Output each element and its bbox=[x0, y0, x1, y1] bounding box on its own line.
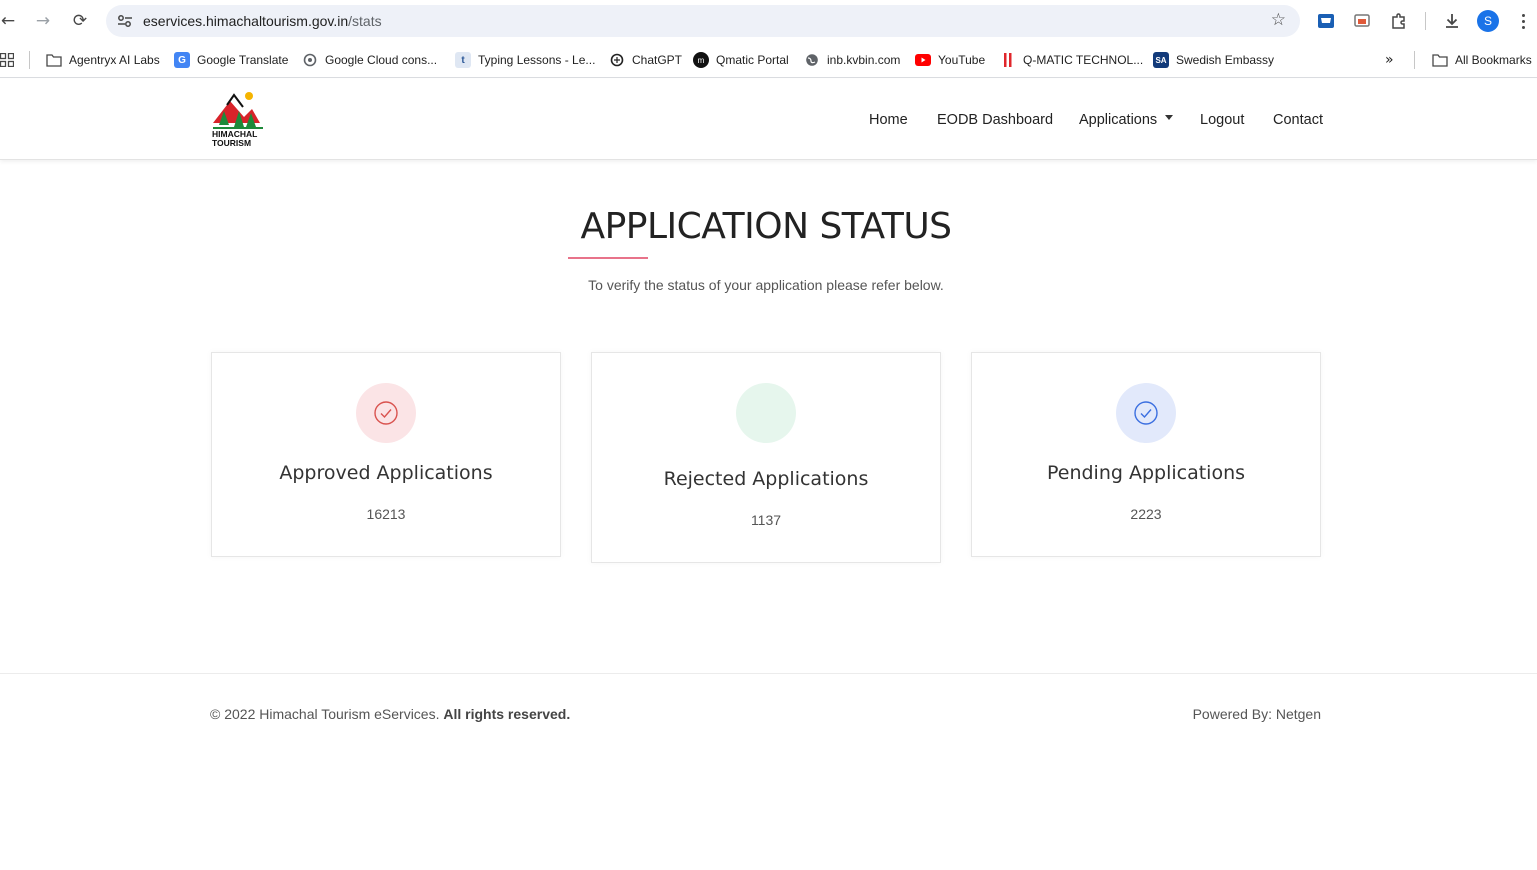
bookmark-label: inb.kvbin.com bbox=[827, 53, 901, 67]
nav-applications[interactable]: Applications bbox=[1079, 111, 1174, 128]
footer-divider bbox=[0, 673, 1537, 674]
more-bookmarks-chevron-icon[interactable]: » bbox=[1385, 50, 1394, 70]
sa-icon: SA bbox=[1153, 52, 1169, 68]
browser-menu-icon[interactable] bbox=[1516, 10, 1530, 32]
bookmark-qmatic-portal[interactable]: m Qmatic Portal bbox=[693, 50, 789, 70]
footer-copyright: © 2022 Himachal Tourism eServices. All r… bbox=[210, 706, 570, 722]
logo-text: HIMACHAL TOURISM bbox=[212, 130, 257, 148]
bookmark-label: Google Translate bbox=[197, 53, 289, 67]
back-arrow-icon[interactable]: ← bbox=[0, 9, 20, 33]
rejected-applications-card: Rejected Applications 1137 bbox=[591, 352, 941, 563]
logo-text-line-2: TOURISM bbox=[212, 138, 252, 148]
card-title: Rejected Applications bbox=[663, 468, 869, 490]
all-bookmarks-label: All Bookmarks bbox=[1455, 53, 1532, 67]
check-circle-icon bbox=[1134, 401, 1158, 425]
nav-applications-label: Applications bbox=[1079, 111, 1158, 128]
bookmark-label: ChatGPT bbox=[632, 53, 683, 67]
all-bookmarks[interactable]: All Bookmarks bbox=[1432, 50, 1532, 70]
site-settings-icon[interactable] bbox=[116, 12, 134, 30]
qmatic-tech-icon bbox=[1000, 52, 1016, 68]
card-title: Approved Applications bbox=[279, 462, 493, 484]
url-host: eservices.himachaltourism.gov.in bbox=[143, 13, 349, 29]
approved-status-circle bbox=[356, 383, 416, 443]
approved-applications-card: Approved Applications 16213 bbox=[211, 352, 561, 557]
card-count: 1137 bbox=[750, 512, 782, 528]
bookmarks-divider bbox=[29, 51, 30, 69]
address-bar[interactable]: eservices.himachaltourism.gov.in/stats ☆ bbox=[106, 5, 1300, 37]
bookmark-youtube[interactable]: YouTube bbox=[915, 50, 985, 70]
bookmark-label: Google Cloud cons... bbox=[325, 53, 438, 67]
folder-icon bbox=[1432, 52, 1448, 68]
bookmark-label: Typing Lessons - Le... bbox=[478, 53, 596, 67]
card-title: Pending Applications bbox=[1046, 462, 1246, 484]
toolbar-divider bbox=[1425, 12, 1426, 30]
bookmark-google-cloud[interactable]: Google Cloud cons... bbox=[302, 50, 437, 70]
google-cloud-icon bbox=[302, 52, 318, 68]
browser-toolbar: ← → ⟳ eservices.himachaltourism.gov.in/s… bbox=[0, 0, 1537, 42]
card-count: 16213 bbox=[366, 506, 406, 522]
bookmark-agentryx[interactable]: Agentryx AI Labs bbox=[46, 50, 160, 70]
bookmark-label: Swedish Embassy bbox=[1176, 53, 1275, 67]
bookmark-google-translate[interactable]: G Google Translate bbox=[174, 50, 288, 70]
bookmark-kvbin[interactable]: inb.kvbin.com bbox=[804, 50, 900, 70]
folder-icon bbox=[46, 52, 62, 68]
bookmarks-divider bbox=[1414, 51, 1415, 69]
logo-mountain-icon bbox=[213, 92, 263, 129]
card-count: 2223 bbox=[1130, 506, 1162, 522]
reload-icon[interactable]: ⟳ bbox=[68, 9, 92, 33]
nav-logout[interactable]: Logout bbox=[1200, 112, 1244, 128]
apps-grid-icon[interactable] bbox=[0, 50, 14, 70]
bookmark-chatgpt[interactable]: ChatGPT bbox=[609, 50, 682, 70]
nav-contact[interactable]: Contact bbox=[1273, 112, 1323, 128]
himachal-tourism-logo[interactable]: HIMACHAL TOURISM bbox=[210, 89, 274, 151]
nav-eodb-dashboard[interactable]: EODB Dashboard bbox=[937, 112, 1053, 128]
site-header: HIMACHAL TOURISM Home EODB Dashboard App… bbox=[0, 79, 1537, 160]
shopping-extension-icon[interactable] bbox=[1315, 10, 1337, 32]
page-title: APPLICATION STATUS bbox=[580, 206, 952, 247]
extensions-puzzle-icon[interactable] bbox=[1388, 10, 1410, 32]
footer-powered-by: Powered By: Netgen bbox=[1192, 706, 1321, 722]
qmatic-icon: m bbox=[693, 52, 709, 68]
bookmark-label: Agentryx AI Labs bbox=[69, 53, 160, 67]
bookmark-star-icon[interactable]: ☆ bbox=[1271, 10, 1286, 30]
download-icon[interactable] bbox=[1441, 10, 1463, 32]
url-path: /stats bbox=[348, 13, 382, 29]
check-circle-icon bbox=[374, 401, 398, 425]
copyright-text: © 2022 Himachal Tourism eServices. bbox=[210, 706, 440, 722]
url-text[interactable]: eservices.himachaltourism.gov.in/stats bbox=[143, 13, 382, 29]
nav-home[interactable]: Home bbox=[869, 112, 908, 128]
bookmark-qmatic-technol[interactable]: Q-MATIC TECHNOL... bbox=[1000, 50, 1143, 70]
screen-extension-icon[interactable] bbox=[1351, 10, 1373, 32]
forward-arrow-icon[interactable]: → bbox=[31, 9, 55, 33]
bookmark-label: YouTube bbox=[938, 53, 986, 67]
google-translate-icon: G bbox=[174, 52, 190, 68]
bookmark-label: Q-MATIC TECHNOL... bbox=[1023, 53, 1144, 67]
profile-avatar[interactable]: S bbox=[1477, 10, 1499, 32]
globe-icon bbox=[804, 52, 820, 68]
typing-icon: t bbox=[455, 52, 471, 68]
youtube-icon bbox=[915, 52, 931, 68]
bookmark-typing-lessons[interactable]: t Typing Lessons - Le... bbox=[455, 50, 595, 70]
bookmark-swedish-embassy[interactable]: SA Swedish Embassy bbox=[1153, 50, 1274, 70]
title-underline bbox=[568, 257, 648, 259]
rights-text: All rights reserved. bbox=[443, 706, 571, 722]
bookmarks-bar: Agentryx AI Labs G Google Translate Goog… bbox=[0, 42, 1537, 78]
page-subtitle: To verify the status of your application… bbox=[588, 277, 944, 293]
rejected-status-circle bbox=[736, 383, 796, 443]
caret-down-icon bbox=[1165, 115, 1174, 121]
bookmark-label: Qmatic Portal bbox=[716, 53, 789, 67]
pending-applications-card: Pending Applications 2223 bbox=[971, 352, 1321, 557]
pending-status-circle bbox=[1116, 383, 1176, 443]
chatgpt-icon bbox=[609, 52, 625, 68]
